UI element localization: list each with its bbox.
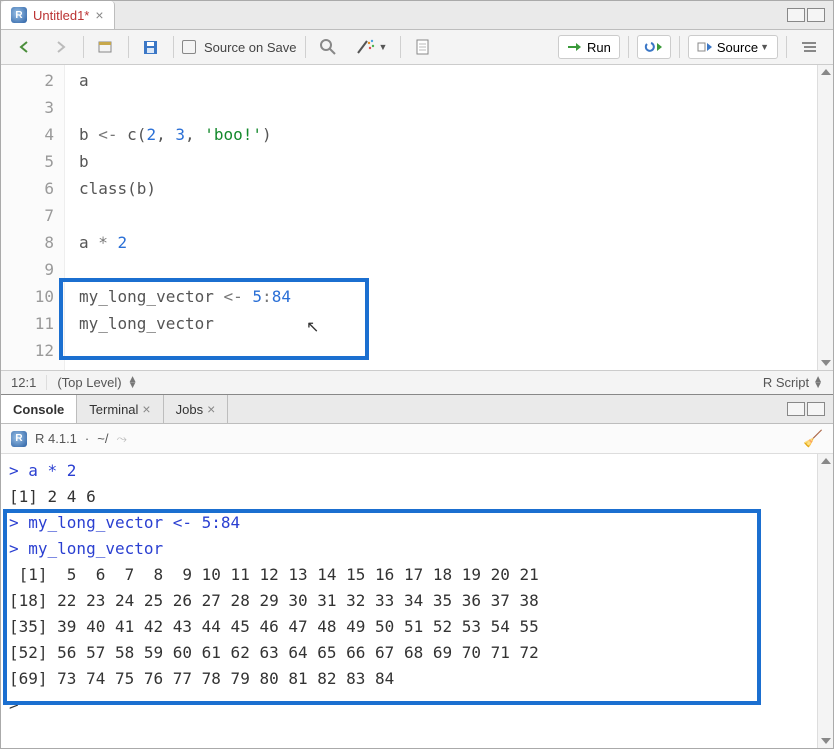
source-tab[interactable]: R Untitled1* × <box>1 1 115 29</box>
rerun-button[interactable] <box>637 35 671 59</box>
console-line: > my_long_vector <box>9 536 815 562</box>
close-icon[interactable]: × <box>95 7 103 23</box>
console-pane: Console Terminal× Jobs× R R 4.1.1 · ~/ ⤳… <box>1 395 833 748</box>
find-button[interactable] <box>314 35 342 59</box>
go-to-dir-icon[interactable]: ⤳ <box>116 431 126 447</box>
minimize-pane-icon[interactable] <box>787 8 805 22</box>
console-line: [35] 39 40 41 42 43 44 45 46 47 48 49 50… <box>9 614 815 640</box>
source-on-save-label: Source on Save <box>204 40 297 55</box>
console-info-bar: R R 4.1.1 · ~/ ⤳ 🧹 <box>1 424 833 454</box>
clear-console-icon[interactable]: 🧹 <box>803 429 823 449</box>
forward-button[interactable] <box>47 35 75 59</box>
source-tabbar: R Untitled1* × <box>1 1 833 30</box>
back-button[interactable] <box>11 35 39 59</box>
console-line: [1] 2 4 6 <box>9 484 815 510</box>
source-button[interactable]: Source ▼ <box>688 35 778 59</box>
line-number-gutter: 2 3 4 5 6 7 8 9 10 11 12 <box>1 65 65 370</box>
console-line: > my_long_vector <- 5:84 <box>9 510 815 536</box>
cursor-position: 12:1 <box>1 375 47 390</box>
rstudio-window: R Untitled1* × <box>0 0 834 749</box>
maximize-pane-icon[interactable] <box>807 8 825 22</box>
run-label: Run <box>587 40 611 55</box>
editor-scrollbar[interactable] <box>817 65 833 370</box>
minimize-pane-icon[interactable] <box>787 402 805 416</box>
console-line: > <box>9 692 815 718</box>
show-in-new-window-button[interactable] <box>92 35 120 59</box>
pane-window-controls <box>787 402 833 416</box>
source-btn-label: Source <box>717 40 758 55</box>
console-line: > a * 2 <box>9 458 815 484</box>
console-scrollbar[interactable] <box>817 454 833 748</box>
run-button[interactable]: Run <box>558 35 620 59</box>
compile-report-button[interactable] <box>409 35 437 59</box>
working-dir[interactable]: ~/ <box>97 431 108 446</box>
r-version: R 4.1.1 <box>35 431 77 446</box>
source-pane: R Untitled1* × <box>1 1 833 395</box>
scope-selector[interactable]: (Top Level) ▲▼ <box>47 375 147 390</box>
language-selector[interactable]: R Script ▲▼ <box>753 375 833 390</box>
code-editor[interactable]: 2 3 4 5 6 7 8 9 10 11 12 a b <- c(2, 3, … <box>1 65 833 370</box>
source-statusbar: 12:1 (Top Level) ▲▼ R Script ▲▼ <box>1 370 833 394</box>
console-line: [69] 73 74 75 76 77 78 79 80 81 82 83 84 <box>9 666 815 692</box>
tab-terminal[interactable]: Terminal× <box>77 395 163 423</box>
outline-button[interactable] <box>795 35 823 59</box>
r-file-icon: R <box>11 7 27 23</box>
save-button[interactable] <box>137 35 165 59</box>
code-tools-button[interactable]: ▼ <box>350 35 393 59</box>
console-tabbar: Console Terminal× Jobs× <box>1 395 833 424</box>
code-area[interactable]: a b <- c(2, 3, 'boo!') b class(b) a * 2 … <box>65 65 817 370</box>
tab-jobs[interactable]: Jobs× <box>164 395 229 423</box>
console-line: [52] 56 57 58 59 60 61 62 63 64 65 66 67… <box>9 640 815 666</box>
tab-console[interactable]: Console <box>1 395 77 423</box>
source-on-save-checkbox[interactable] <box>182 40 196 54</box>
pane-window-controls <box>787 8 833 22</box>
close-icon[interactable]: × <box>207 401 215 417</box>
console-line: [18] 22 23 24 25 26 27 28 29 30 31 32 33… <box>9 588 815 614</box>
mouse-cursor-icon: ↖ <box>306 317 319 337</box>
console-output[interactable]: > a * 2[1] 2 4 6> my_long_vector <- 5:84… <box>1 454 833 748</box>
r-logo-icon: R <box>11 431 27 447</box>
source-toolbar: Source on Save ▼ Run <box>1 30 833 65</box>
close-icon[interactable]: × <box>142 401 150 417</box>
maximize-pane-icon[interactable] <box>807 402 825 416</box>
source-tab-title: Untitled1* <box>33 8 89 23</box>
console-line: [1] 5 6 7 8 9 10 11 12 13 14 15 16 17 18… <box>9 562 815 588</box>
